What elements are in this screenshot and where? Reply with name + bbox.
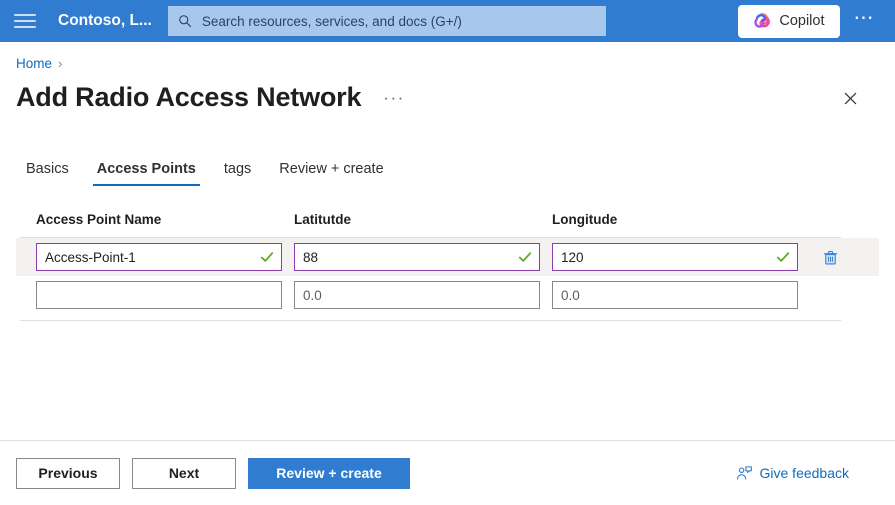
topbar-right-actions: Copilot ⋯	[738, 5, 881, 38]
tenant-name[interactable]: Contoso, L...	[58, 12, 152, 30]
tab-basics-label: Basics	[26, 161, 69, 177]
longitude-field-wrapper[interactable]	[552, 243, 798, 271]
global-search-box[interactable]	[168, 6, 606, 36]
hamburger-line	[14, 20, 36, 22]
grid-header-row: Access Point Name Latitutde Longitude	[16, 212, 879, 237]
copilot-button[interactable]: Copilot	[738, 5, 839, 38]
longitude-input-2[interactable]	[553, 282, 797, 308]
access-point-name-field-wrapper[interactable]	[36, 281, 282, 309]
cell-access-point-name	[36, 281, 294, 309]
trash-icon	[822, 249, 839, 266]
column-header-access-point-name: Access Point Name	[36, 212, 294, 227]
next-button[interactable]: Next	[132, 458, 236, 489]
cell-latitude	[294, 281, 552, 309]
cell-access-point-name	[36, 243, 294, 271]
breadcrumb-chevron-icon: ›	[58, 56, 62, 71]
latitude-input-1[interactable]	[295, 244, 539, 270]
close-icon	[843, 91, 858, 106]
give-feedback-label: Give feedback	[760, 465, 850, 481]
breadcrumb-item-home[interactable]: Home	[16, 56, 52, 71]
page-title: Add Radio Access Network	[16, 81, 361, 113]
grid-footer-separator	[20, 320, 841, 321]
latitude-field-wrapper[interactable]	[294, 243, 540, 271]
page-header: Add Radio Access Network ···	[0, 71, 895, 113]
tab-review-create-label: Review + create	[279, 161, 383, 177]
tab-access-points-label: Access Points	[97, 161, 196, 177]
cell-longitude	[552, 281, 810, 309]
hamburger-line	[14, 26, 36, 28]
top-navigation-bar: Contoso, L...	[0, 0, 895, 42]
tab-tags[interactable]: tags	[210, 155, 265, 186]
wizard-tabs: Basics Access Points tags Review + creat…	[0, 155, 895, 186]
table-row	[16, 276, 879, 314]
column-header-latitude: Latitutde	[294, 212, 552, 227]
latitude-field-wrapper[interactable]	[294, 281, 540, 309]
close-blade-button[interactable]	[835, 83, 865, 113]
hamburger-menu-icon[interactable]	[14, 11, 36, 31]
column-header-longitude: Longitude	[552, 212, 810, 227]
tab-tags-label: tags	[224, 161, 251, 177]
global-search-input[interactable]	[202, 14, 596, 29]
table-row	[16, 238, 879, 276]
feedback-person-icon	[736, 465, 753, 482]
access-points-grid: Access Point Name Latitutde Longitude	[0, 212, 895, 321]
cell-actions	[810, 245, 850, 269]
tab-review-create[interactable]: Review + create	[265, 155, 397, 186]
topbar-more-menu-icon[interactable]: ⋯	[848, 8, 882, 28]
access-point-name-input-2[interactable]	[37, 282, 281, 308]
previous-button[interactable]: Previous	[16, 458, 120, 489]
latitude-input-2[interactable]	[295, 282, 539, 308]
longitude-input-1[interactable]	[553, 244, 797, 270]
tab-access-points[interactable]: Access Points	[83, 155, 210, 186]
delete-row-button-1[interactable]	[818, 245, 842, 269]
copilot-icon	[753, 12, 772, 31]
hamburger-line	[14, 14, 36, 16]
tab-basics[interactable]: Basics	[16, 155, 83, 186]
search-icon	[178, 14, 192, 28]
access-point-name-field-wrapper[interactable]	[36, 243, 282, 271]
cell-latitude	[294, 243, 552, 271]
page-more-menu-icon[interactable]: ···	[383, 88, 404, 108]
copilot-button-label: Copilot	[779, 13, 824, 29]
access-point-name-input-1[interactable]	[37, 244, 281, 270]
breadcrumb: Home ›	[0, 42, 895, 71]
give-feedback-link[interactable]: Give feedback	[736, 465, 850, 482]
wizard-footer: Previous Next Review + create Give feedb…	[0, 441, 895, 505]
review-create-button[interactable]: Review + create	[248, 458, 410, 489]
cell-longitude	[552, 243, 810, 271]
longitude-field-wrapper[interactable]	[552, 281, 798, 309]
